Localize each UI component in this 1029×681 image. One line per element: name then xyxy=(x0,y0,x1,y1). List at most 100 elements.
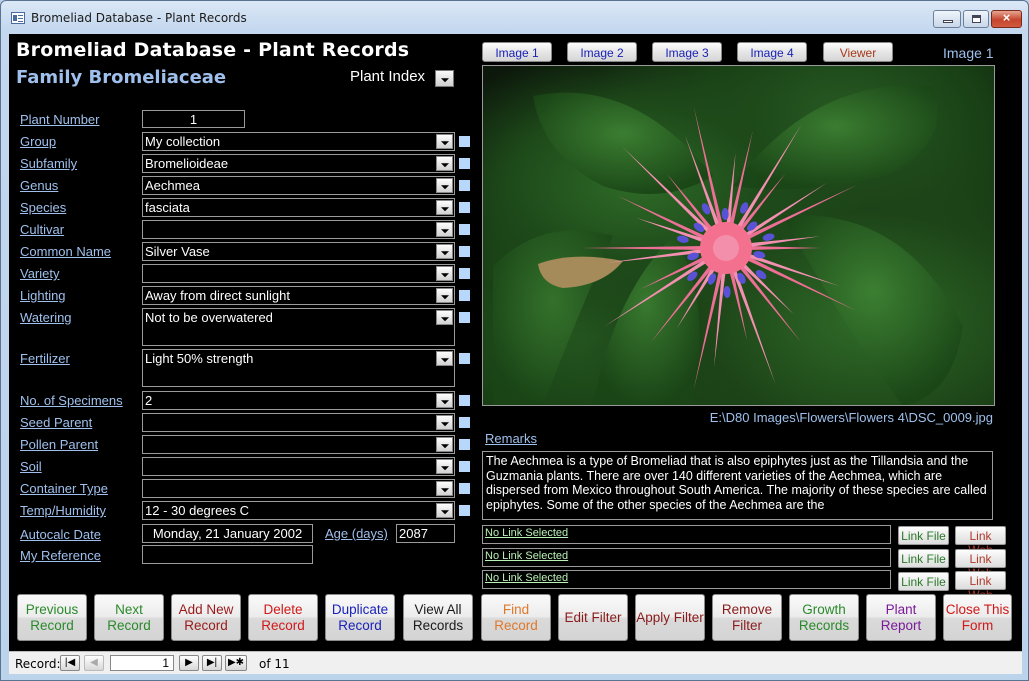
image-3-button[interactable]: Image 3 xyxy=(652,42,722,62)
genus-dropdown-button[interactable] xyxy=(436,178,453,193)
remove-filter-button[interactable]: Remove Filter xyxy=(712,594,782,641)
age-days-label[interactable]: Age (days) xyxy=(325,526,388,541)
apply-filter-button[interactable]: Apply Filter xyxy=(635,594,705,641)
last-record-button[interactable]: ▶| xyxy=(202,655,222,671)
lighting-combo[interactable]: Away from direct sunlight xyxy=(142,286,455,305)
species-label[interactable]: Species xyxy=(20,200,66,215)
soil-dropdown-button[interactable] xyxy=(436,459,453,474)
lighting-checkbox[interactable] xyxy=(459,290,470,301)
specimens-checkbox[interactable] xyxy=(459,395,470,406)
my-reference-field[interactable] xyxy=(142,545,313,564)
link-field-2[interactable]: No Link Selected xyxy=(482,548,891,567)
autocalc-date-field[interactable]: Monday, 21 January 2002 xyxy=(142,524,313,543)
temp-humidity-label[interactable]: Temp/Humidity xyxy=(20,503,106,518)
image-1-button[interactable]: Image 1 xyxy=(482,42,552,62)
common-name-combo[interactable]: Silver Vase xyxy=(142,242,455,261)
temp-humidity-checkbox[interactable] xyxy=(459,505,470,516)
link-field-3[interactable]: No Link Selected xyxy=(482,570,891,589)
new-record-button[interactable]: ▶✱ xyxy=(225,655,247,671)
cultivar-checkbox[interactable] xyxy=(459,224,470,235)
container-type-combo[interactable] xyxy=(142,479,455,498)
variety-dropdown-button[interactable] xyxy=(436,266,453,281)
add-new-record-button[interactable]: Add New Record xyxy=(171,594,241,641)
growth-records-button[interactable]: Growth Records xyxy=(789,594,859,641)
container-type-checkbox[interactable] xyxy=(459,483,470,494)
autocalc-date-label[interactable]: Autocalc Date xyxy=(20,527,101,542)
cultivar-dropdown-button[interactable] xyxy=(436,222,453,237)
fertilizer-label[interactable]: Fertilizer xyxy=(20,351,70,366)
next-record-button[interactable]: ▶ xyxy=(179,655,199,671)
duplicate-record-button[interactable]: Duplicate Record xyxy=(325,594,395,641)
common-name-dropdown-button[interactable] xyxy=(436,244,453,259)
plant-report-button[interactable]: Plant Report xyxy=(866,594,936,641)
variety-checkbox[interactable] xyxy=(459,268,470,279)
minimize-button[interactable] xyxy=(933,10,961,28)
common-name-label[interactable]: Common Name xyxy=(20,244,111,259)
fertilizer-combo[interactable]: Light 50% strength xyxy=(142,349,455,387)
subfamily-checkbox[interactable] xyxy=(459,158,470,169)
link-web-button-1[interactable]: Link Web xyxy=(955,526,1006,557)
pollen-parent-checkbox[interactable] xyxy=(459,439,470,450)
watering-checkbox[interactable] xyxy=(459,312,470,323)
container-type-label[interactable]: Container Type xyxy=(20,481,108,496)
group-label[interactable]: Group xyxy=(20,134,56,149)
subfamily-dropdown-button[interactable] xyxy=(436,156,453,171)
close-this-form-button[interactable]: Close This Form xyxy=(943,594,1012,641)
next-record-button[interactable]: Next Record xyxy=(94,594,164,641)
image-2-button[interactable]: Image 2 xyxy=(567,42,637,62)
link-file-button-3[interactable]: Link File xyxy=(898,572,949,591)
lighting-dropdown-button[interactable] xyxy=(436,288,453,303)
soil-combo[interactable] xyxy=(142,457,455,476)
temp-humidity-dropdown-button[interactable] xyxy=(436,503,453,518)
pollen-parent-dropdown-button[interactable] xyxy=(436,437,453,452)
remarks-textarea[interactable]: The Aechmea is a type of Bromeliad that … xyxy=(482,451,993,520)
subfamily-label[interactable]: Subfamily xyxy=(20,156,77,171)
seed-parent-combo[interactable] xyxy=(142,413,455,432)
pollen-parent-label[interactable]: Pollen Parent xyxy=(20,437,98,452)
prev-record-button[interactable]: ◀ xyxy=(84,655,104,671)
link-web-button-3[interactable]: Link Web xyxy=(955,571,1006,602)
genus-checkbox[interactable] xyxy=(459,180,470,191)
group-dropdown-button[interactable] xyxy=(436,134,453,149)
specimens-dropdown-button[interactable] xyxy=(436,393,453,408)
watering-dropdown-button[interactable] xyxy=(436,310,453,325)
plant-photo[interactable] xyxy=(482,65,995,406)
variety-label[interactable]: Variety xyxy=(20,266,60,281)
close-window-button[interactable]: × xyxy=(991,10,1022,28)
link-web-button-2[interactable]: Link Web xyxy=(955,549,1006,580)
container-type-dropdown-button[interactable] xyxy=(436,481,453,496)
seed-parent-label[interactable]: Seed Parent xyxy=(20,415,92,430)
plant-number-field[interactable]: 1 xyxy=(142,110,245,128)
common-name-checkbox[interactable] xyxy=(459,246,470,257)
remarks-label[interactable]: Remarks xyxy=(485,431,537,446)
species-combo[interactable]: fasciata xyxy=(142,198,455,217)
link-file-button-2[interactable]: Link File xyxy=(898,549,949,568)
delete-record-button[interactable]: Delete Record xyxy=(248,594,318,641)
species-dropdown-button[interactable] xyxy=(436,200,453,215)
find-record-button[interactable]: Find Record xyxy=(481,594,551,641)
plant-index-dropdown[interactable] xyxy=(435,70,454,87)
specimens-label[interactable]: No. of Specimens xyxy=(20,393,123,408)
watering-label[interactable]: Watering xyxy=(20,310,72,325)
watering-combo[interactable]: Not to be overwatered xyxy=(142,308,455,346)
specimens-combo[interactable]: 2 xyxy=(142,391,455,410)
link-file-button-1[interactable]: Link File xyxy=(898,526,949,545)
seed-parent-dropdown-button[interactable] xyxy=(436,415,453,430)
pollen-parent-combo[interactable] xyxy=(142,435,455,454)
age-days-field[interactable]: 2087 xyxy=(396,524,455,543)
my-reference-label[interactable]: My Reference xyxy=(20,548,101,563)
genus-label[interactable]: Genus xyxy=(20,178,58,193)
genus-combo[interactable]: Aechmea xyxy=(142,176,455,195)
lighting-label[interactable]: Lighting xyxy=(20,288,66,303)
cultivar-combo[interactable] xyxy=(142,220,455,239)
viewer-button[interactable]: Viewer xyxy=(823,42,893,62)
cultivar-label[interactable]: Cultivar xyxy=(20,222,64,237)
soil-checkbox[interactable] xyxy=(459,461,470,472)
variety-combo[interactable] xyxy=(142,264,455,283)
maximize-button[interactable] xyxy=(963,10,989,28)
plant-number-label[interactable]: Plant Number xyxy=(20,112,99,127)
link-field-1[interactable]: No Link Selected xyxy=(482,525,891,544)
fertilizer-checkbox[interactable] xyxy=(459,353,470,364)
species-checkbox[interactable] xyxy=(459,202,470,213)
temp-humidity-combo[interactable]: 12 - 30 degrees C xyxy=(142,501,455,520)
